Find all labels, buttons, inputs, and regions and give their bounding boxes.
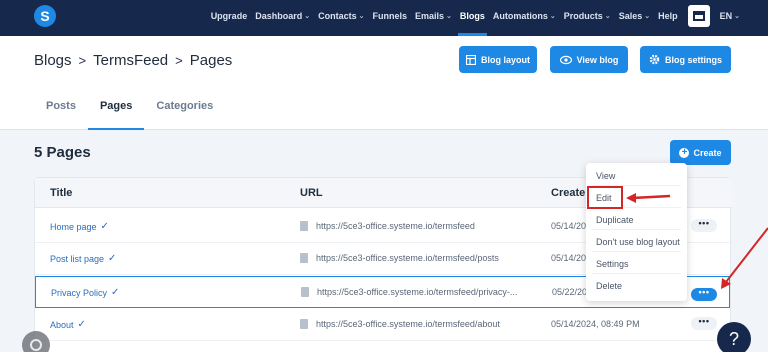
arrow-head-edit	[626, 193, 636, 203]
help-button[interactable]: ?	[717, 322, 751, 352]
arrow-to-actions	[725, 227, 768, 283]
annotation-arrows	[626, 193, 768, 289]
arrow-head-actions	[721, 278, 731, 289]
overlay-icon	[30, 339, 42, 351]
arrow-to-edit	[632, 194, 671, 200]
